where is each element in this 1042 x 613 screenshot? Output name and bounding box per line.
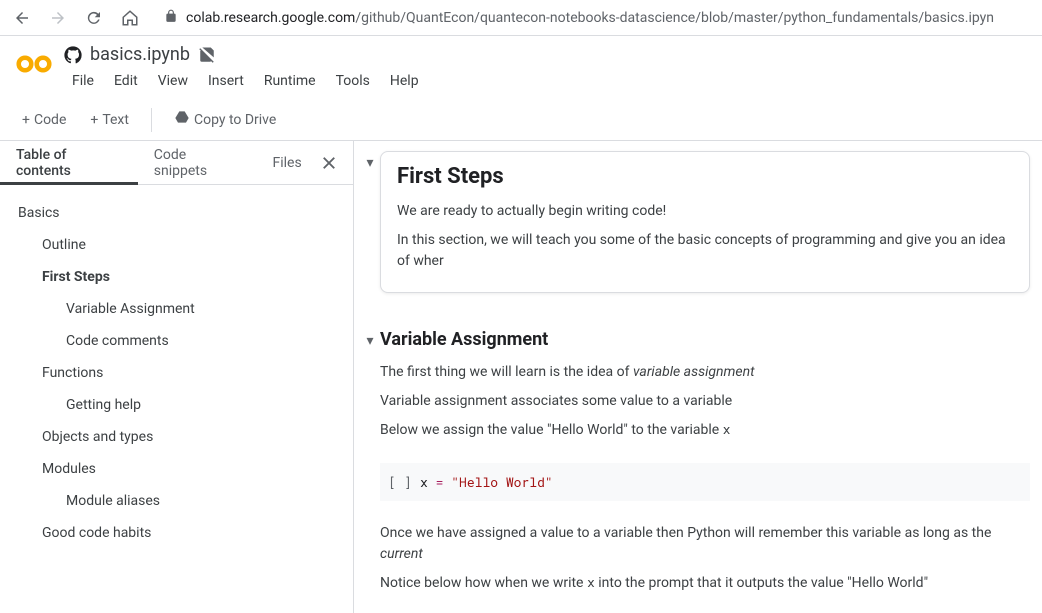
para: Variable assignment associates some valu… — [380, 391, 1030, 412]
back-button[interactable] — [8, 4, 36, 32]
toolbar-separator — [151, 108, 152, 132]
chevron-down-icon: ▾ — [366, 333, 373, 449]
collapse-toggle[interactable]: ▾ — [360, 151, 380, 293]
tab-files[interactable]: Files — [256, 141, 317, 185]
collapse-toggle[interactable]: ▾ — [360, 329, 380, 449]
toc-objects-types[interactable]: Objects and types — [0, 421, 353, 453]
home-button[interactable] — [116, 4, 144, 32]
close-pane-button[interactable] — [318, 151, 341, 175]
menu-bar: File Edit View Insert Runtime Tools Help — [64, 69, 1026, 93]
notebook-title[interactable]: basics.ipynb — [90, 44, 190, 65]
text-cell[interactable]: Once we have assigned a value to a varia… — [380, 515, 1030, 602]
colab-header: basics.ipynb File Edit View Insert Runti… — [0, 36, 1042, 100]
action-toolbar: +Code +Text Copy to Drive — [0, 100, 1042, 141]
heading-first-steps: First Steps — [397, 164, 1013, 189]
menu-tools[interactable]: Tools — [328, 69, 378, 93]
plus-icon: + — [90, 112, 98, 128]
code-content[interactable]: x = "Hello World" — [420, 473, 553, 491]
forward-button[interactable] — [44, 4, 72, 32]
menu-runtime[interactable]: Runtime — [256, 69, 324, 93]
add-text-button[interactable]: +Text — [80, 106, 139, 134]
text-cell-first-steps[interactable]: First Steps We are ready to actually beg… — [380, 151, 1030, 293]
code-cell[interactable]: [ ] x = "Hello World" — [380, 463, 1030, 501]
menu-file[interactable]: File — [64, 69, 102, 93]
menu-edit[interactable]: Edit — [106, 69, 146, 93]
plus-icon: + — [22, 112, 30, 128]
colab-logo[interactable] — [16, 52, 52, 80]
left-panel: Table of contents Code snippets Files Ba… — [0, 141, 354, 613]
menu-help[interactable]: Help — [382, 69, 427, 93]
url-text: colab.research.google.com/github/QuantEc… — [186, 10, 994, 26]
menu-view[interactable]: View — [150, 69, 196, 93]
lock-icon — [164, 9, 178, 27]
toc-basics[interactable]: Basics — [0, 197, 353, 229]
para: Notice below how when we write x into th… — [380, 573, 1030, 594]
toc-getting-help[interactable]: Getting help — [0, 389, 353, 421]
heading-variable-assignment: Variable Assignment — [380, 329, 1030, 350]
copy-to-drive-button[interactable]: Copy to Drive — [164, 104, 286, 136]
browser-toolbar: colab.research.google.com/github/QuantEc… — [0, 0, 1042, 36]
address-bar[interactable]: colab.research.google.com/github/QuantEc… — [152, 9, 1034, 27]
cell-run-indicator[interactable]: [ ] — [380, 473, 420, 491]
tab-snippets[interactable]: Code snippets — [138, 141, 257, 185]
toc-list[interactable]: Basics Outline First Steps Variable Assi… — [0, 185, 353, 613]
no-save-icon — [198, 46, 216, 64]
para: We are ready to actually begin writing c… — [397, 201, 1013, 222]
para: Once we have assigned a value to a varia… — [380, 523, 1030, 565]
add-code-button[interactable]: +Code — [12, 106, 76, 134]
text-cell-variable-assignment[interactable]: Variable Assignment The first thing we w… — [380, 329, 1030, 449]
toc-module-aliases[interactable]: Module aliases — [0, 485, 353, 517]
github-icon — [64, 46, 82, 64]
pane-tabs: Table of contents Code snippets Files — [0, 141, 353, 185]
reload-button[interactable] — [80, 4, 108, 32]
toc-outline[interactable]: Outline — [0, 229, 353, 261]
toc-good-code-habits[interactable]: Good code habits — [0, 517, 353, 549]
para: The first thing we will learn is the ide… — [380, 362, 1030, 383]
toc-functions[interactable]: Functions — [0, 357, 353, 389]
notebook-area[interactable]: ▾ First Steps We are ready to actually b… — [354, 141, 1042, 613]
toc-code-comments[interactable]: Code comments — [0, 325, 353, 357]
toc-variable-assignment[interactable]: Variable Assignment — [0, 293, 353, 325]
para: Below we assign the value "Hello World" … — [380, 420, 1030, 441]
tab-toc[interactable]: Table of contents — [0, 141, 138, 185]
toc-first-steps[interactable]: First Steps — [0, 261, 353, 293]
menu-insert[interactable]: Insert — [200, 69, 252, 93]
toc-modules[interactable]: Modules — [0, 453, 353, 485]
chevron-down-icon: ▾ — [366, 155, 373, 293]
drive-icon — [174, 110, 190, 130]
para: In this section, we will teach you some … — [397, 230, 1013, 272]
